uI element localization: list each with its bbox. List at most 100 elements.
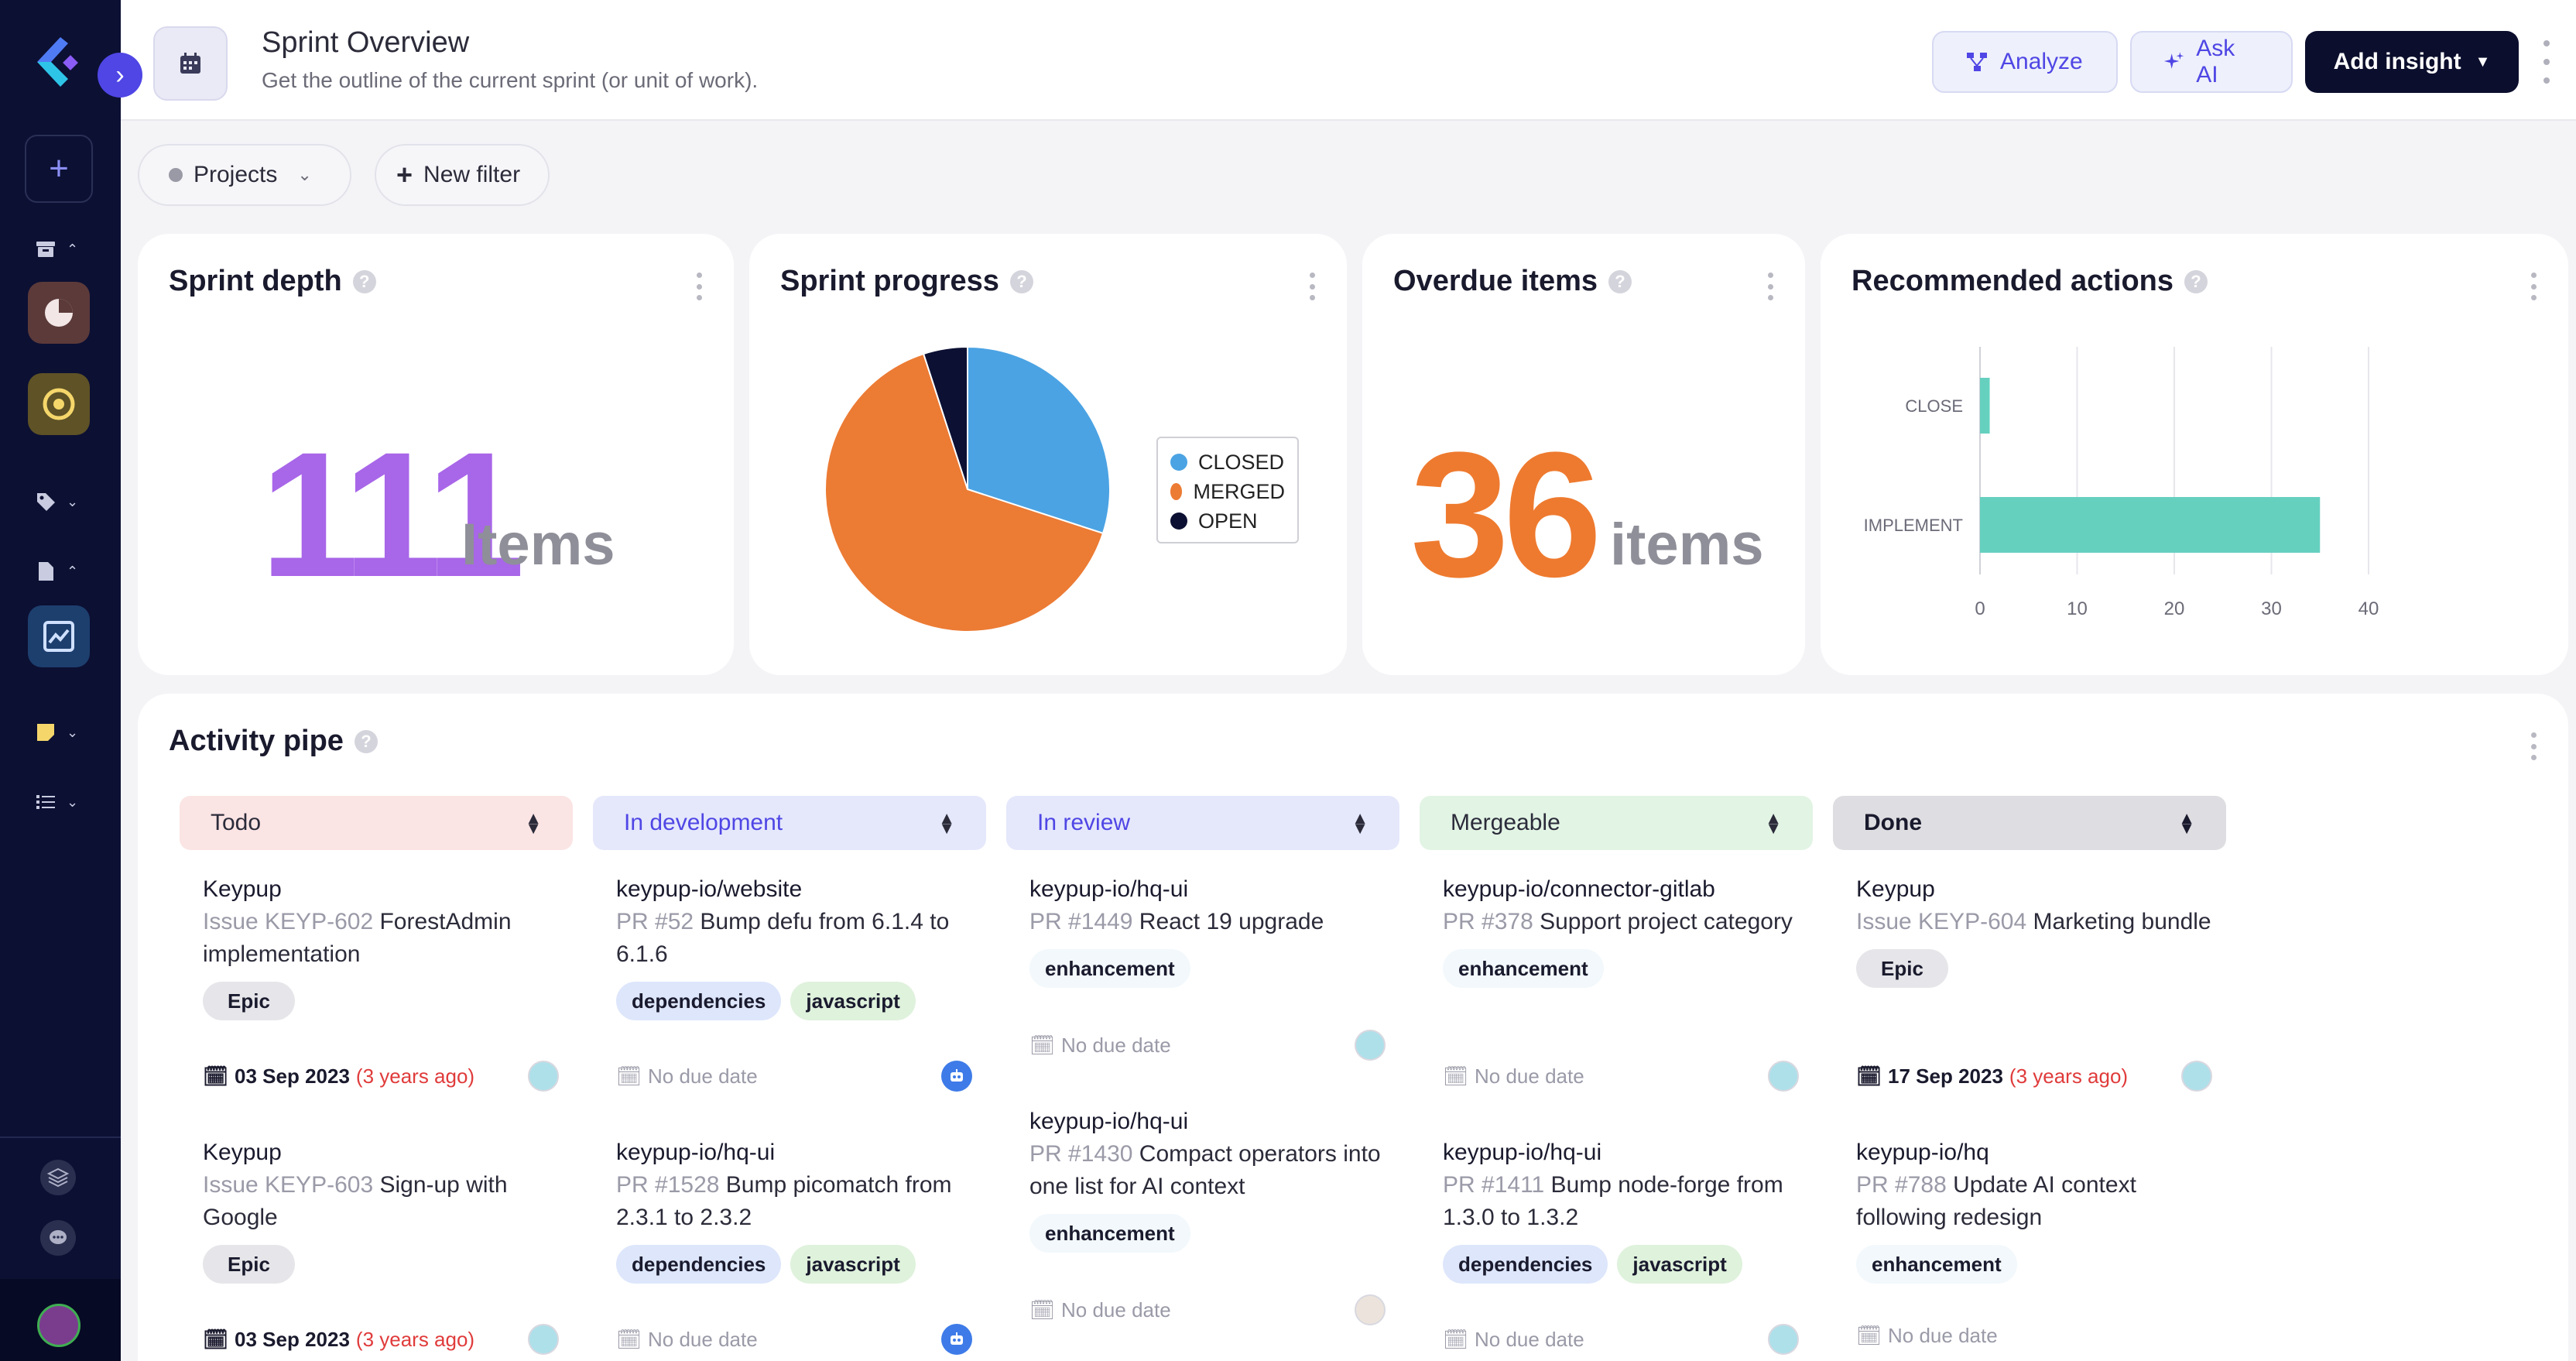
help-icon[interactable]: ? <box>1608 269 1632 293</box>
assignee-avatar[interactable] <box>1768 1061 1799 1092</box>
sidebar-item-goals[interactable] <box>28 373 90 435</box>
x-tick-label: 10 <box>2067 598 2088 619</box>
tag-badge: Epic <box>1856 949 1948 988</box>
item-description: PR #1528 Bump picomatch from 2.3.1 to 2.… <box>616 1169 972 1234</box>
assignee-avatar[interactable] <box>1355 1030 1386 1061</box>
bot-avatar-icon[interactable] <box>941 1061 972 1092</box>
x-tick-label: 30 <box>2261 598 2282 619</box>
projects-filter[interactable]: Projects ⌄ <box>138 144 351 206</box>
list-item[interactable]: keypup-io/connector-gitlab PR #378 Suppo… <box>1443 873 1799 988</box>
bot-avatar-icon[interactable] <box>941 1324 972 1355</box>
item-repo: Keypup <box>1856 876 1935 902</box>
card-more-menu[interactable] <box>2530 732 2537 760</box>
chat-button[interactable] <box>40 1220 76 1256</box>
tag-badge: javascript <box>790 1245 916 1284</box>
keypup-logo[interactable] <box>28 31 93 96</box>
list-item[interactable]: keypup-io/hq-ui PR #1411 Bump node-forge… <box>1443 1136 1799 1284</box>
card-more-menu[interactable] <box>695 273 703 300</box>
due-date: 🗓 17 Sep 2023 (3 years ago) <box>1856 1064 2129 1088</box>
item-description: PR #52 Bump defu from 6.1.4 to 6.1.6 <box>616 906 972 971</box>
sort-icon[interactable]: ▲ ▼ <box>1765 809 1782 837</box>
help-icon[interactable]: ? <box>1009 269 1033 293</box>
list-item[interactable]: keypup-io/hq-ui PR #1528 Bump picomatch … <box>616 1136 972 1284</box>
due-date: 🗓 No due date <box>1029 1298 1171 1322</box>
sidebar-group-lists[interactable]: ⌄ <box>34 787 96 818</box>
bar-close[interactable] <box>1980 378 1990 434</box>
sort-icon[interactable]: ▲ ▼ <box>1351 809 1368 837</box>
new-filter-button[interactable]: + New filter <box>375 144 550 206</box>
bar-implement[interactable] <box>1980 497 2321 553</box>
page-title: Sprint Overview <box>262 26 470 59</box>
column-header-todo[interactable]: Todo ▲ ▼ <box>180 796 573 850</box>
column-header-in-development[interactable]: In development ▲ ▼ <box>593 796 986 850</box>
sidebar-toggle-button[interactable]: › <box>98 53 142 98</box>
layers-button[interactable] <box>40 1160 76 1195</box>
column-header-in-review[interactable]: In review ▲ ▼ <box>1006 796 1399 850</box>
plus-icon: + <box>396 159 413 190</box>
sparkle-icon <box>2163 52 2184 69</box>
column-header-mergeable[interactable]: Mergeable ▲ ▼ <box>1420 796 1813 850</box>
list-item[interactable]: Keypup Issue KEYP-602 ForestAdmin implem… <box>203 873 559 1020</box>
ask-ai-button[interactable]: Ask AI <box>2130 31 2293 93</box>
assignee-avatar[interactable] <box>1768 1324 1799 1355</box>
sidebar-item-insights[interactable] <box>28 605 90 667</box>
column-header-done[interactable]: Done ▲ ▼ <box>1833 796 2226 850</box>
item-repo: keypup-io/connector-gitlab <box>1443 876 1715 902</box>
tag-badge: dependencies <box>616 982 782 1020</box>
calendar-small-icon: 🗓 <box>1029 1298 1056 1322</box>
calendar-small-icon: 🗓 <box>1856 1324 1882 1347</box>
sidebar-group-documents[interactable]: ⌃ <box>34 556 96 587</box>
list-item[interactable]: keypup-io/hq-ui PR #1430 Compact operato… <box>1029 1106 1386 1253</box>
chevron-down-icon: ⌄ <box>67 493 79 509</box>
item-title: Support project category <box>1533 909 1793 934</box>
sidebar-item-pie-dashboard[interactable] <box>28 282 90 344</box>
assignee-avatar[interactable] <box>528 1324 559 1355</box>
legend-label: MERGED <box>1193 479 1285 503</box>
tag-icon <box>37 493 55 511</box>
tag-badge: enhancement <box>1443 949 1604 988</box>
help-icon[interactable]: ? <box>352 269 376 293</box>
header-more-menu[interactable] <box>2539 40 2554 84</box>
add-insight-button[interactable]: Add insight ▼ <box>2305 31 2519 93</box>
item-ref: Issue KEYP-603 <box>203 1172 374 1198</box>
analyze-button[interactable]: Analyze <box>1932 31 2118 93</box>
assignee-avatar[interactable] <box>2181 1061 2212 1092</box>
create-new-button[interactable]: + <box>25 135 93 203</box>
tag-badge: enhancement <box>1029 1214 1190 1253</box>
card-more-menu[interactable] <box>1766 273 1774 300</box>
item-meta: 🗓 No due date <box>1443 1061 1799 1092</box>
item-repo: keypup-io/hq-ui <box>1029 1109 1189 1134</box>
user-profile-area <box>0 1279 121 1361</box>
due-date-relative: (3 years ago) <box>2009 1064 2129 1088</box>
due-date: 🗓 No due date <box>1856 1324 1998 1347</box>
card-more-menu[interactable] <box>1308 273 1316 300</box>
item-title: React 19 upgrade <box>1132 909 1324 934</box>
list-item[interactable]: Keypup Issue KEYP-603 Sign-up with Googl… <box>203 1136 559 1284</box>
sort-icon[interactable]: ▲ ▼ <box>938 809 955 837</box>
list-item[interactable]: keypup-io/hq-ui PR #1449 React 19 upgrad… <box>1029 873 1386 988</box>
item-repo: keypup-io/hq-ui <box>616 1140 776 1165</box>
list-item[interactable]: Keypup Issue KEYP-604 Marketing bundle E… <box>1856 873 2212 988</box>
activity-pipe-title: Activity pipe <box>169 725 344 757</box>
sidebar-group-notes[interactable]: ⌄ <box>34 717 96 748</box>
sort-icon[interactable]: ▲ ▼ <box>525 809 542 837</box>
item-ref: PR #52 <box>616 909 694 934</box>
sort-icon[interactable]: ▲ ▼ <box>2178 809 2195 837</box>
target-icon <box>43 388 75 420</box>
user-avatar[interactable] <box>37 1304 80 1347</box>
analyze-label: Analyze <box>2000 49 2083 74</box>
tag-badge: javascript <box>1617 1245 1742 1284</box>
sidebar-group-tags[interactable]: ⌄ <box>34 486 96 517</box>
help-icon[interactable]: ? <box>354 729 378 753</box>
column-label: In review <box>1037 810 1131 835</box>
sidebar-group-inbox[interactable]: ⌃ <box>34 234 96 265</box>
list-item[interactable]: keypup-io/website PR #52 Bump defu from … <box>616 873 972 1020</box>
column-label: Todo <box>211 810 262 835</box>
assignee-avatar[interactable] <box>1355 1294 1386 1325</box>
due-date-relative: (3 years ago) <box>355 1327 475 1351</box>
assignee-avatar[interactable] <box>528 1061 559 1092</box>
list-item[interactable]: keypup-io/hq PR #788 Update AI context f… <box>1856 1136 2212 1284</box>
item-repo: keypup-io/website <box>616 876 803 902</box>
filter-dot-icon <box>169 168 183 182</box>
tag-badge: enhancement <box>1029 949 1190 988</box>
